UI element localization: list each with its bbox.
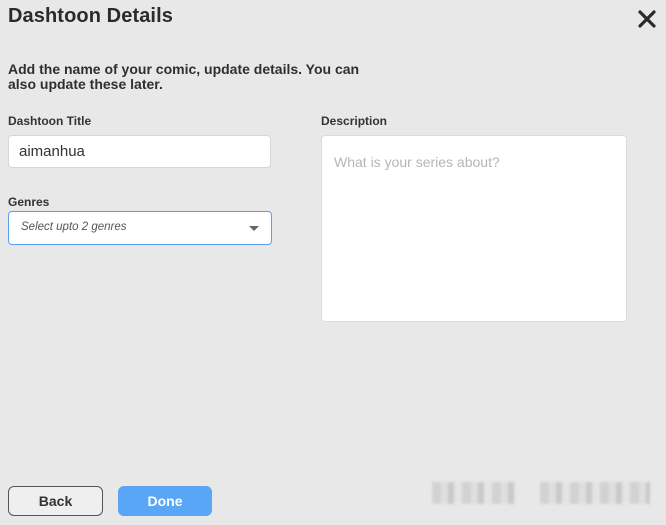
back-button[interactable]: Back [8,486,103,516]
genres-select-placeholder: Select upto 2 genres [21,221,127,233]
genres-label: Genres [8,195,50,209]
dialog-title: Dashtoon Details [8,5,173,27]
description-label: Description [321,114,388,128]
dialog-subtitle: Add the name of your comic, update detai… [8,61,360,92]
close-icon[interactable] [636,8,658,30]
dashtoon-title-label: Dashtoon Title [8,114,92,128]
dashtoon-details-dialog: Dashtoon Details Add the name of your co… [0,0,666,525]
redacted-text [540,482,650,504]
description-textarea[interactable]: What is your series about? [321,135,627,322]
redacted-text [432,482,516,504]
dashtoon-title-input[interactable]: aimanhua [8,135,271,168]
done-button[interactable]: Done [118,486,212,516]
genres-select[interactable]: Select upto 2 genres [8,211,272,245]
chevron-down-icon [249,226,259,231]
